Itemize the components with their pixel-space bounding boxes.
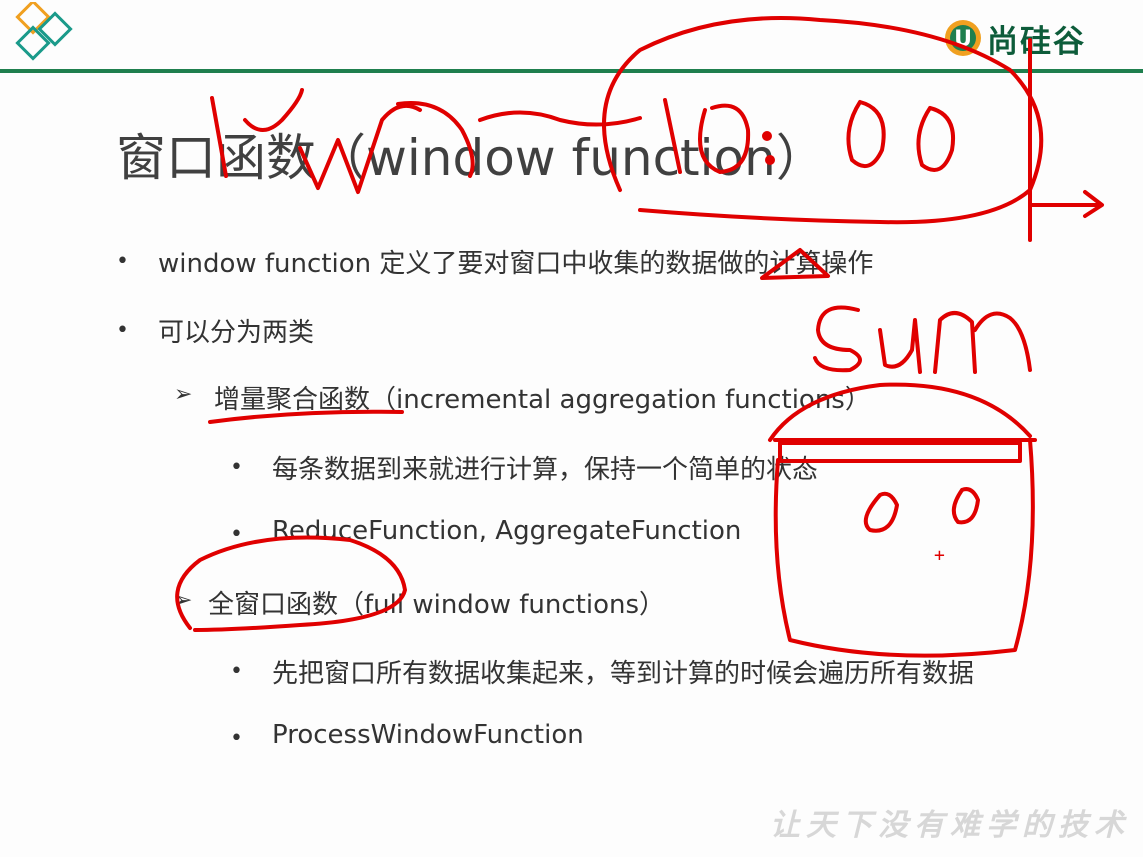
bullet-full-window: 全窗口函数（full window functions） — [208, 590, 666, 620]
bullet-dot: • — [230, 455, 243, 480]
bullet-dot: • — [116, 318, 129, 343]
brand-logo: U 尚硅谷 — [943, 14, 1086, 62]
brand-u-icon: U — [945, 20, 981, 56]
bullet-incremental-desc: 每条数据到来就进行计算，保持一个简单的状态 — [272, 455, 819, 485]
arrow-bullet-icon: ➢ — [174, 588, 193, 613]
bullet-incremental-aggregation: 增量聚合函数（incremental aggregation functions… — [214, 385, 871, 415]
bullet-full-window-desc: 先把窗口所有数据收集起来，等到计算的时候会遍历所有数据 — [272, 659, 975, 689]
bullet-dot: • — [230, 659, 243, 684]
bullet-dot: • — [230, 522, 243, 547]
arrow-bullet-icon: ➢ — [174, 382, 193, 407]
diamond-logo-icon — [15, 2, 73, 61]
brand-name: 尚硅谷 — [987, 23, 1086, 60]
bullet-dot: • — [230, 726, 243, 751]
bullet-reduce-aggregate: ReduceFunction, AggregateFunction — [272, 516, 742, 546]
slide: U 尚硅谷 窗口函数（window function） • window fun… — [0, 0, 1143, 857]
bullet-two-kinds: 可以分为两类 — [158, 318, 315, 348]
watermark-slogan: 让天下没有难学的技术 — [770, 808, 1130, 843]
bullet-process-window: ProcessWindowFunction — [272, 720, 584, 750]
header-divider — [0, 69, 1143, 73]
slide-title: 窗口函数（window function） — [116, 129, 826, 187]
bullet-window-function: window function 定义了要对窗口中收集的数据做的计算操作 — [158, 249, 874, 279]
svg-text:U: U — [954, 27, 972, 52]
cursor-crosshair-icon: + — [934, 545, 945, 566]
bullet-dot: • — [116, 249, 129, 274]
